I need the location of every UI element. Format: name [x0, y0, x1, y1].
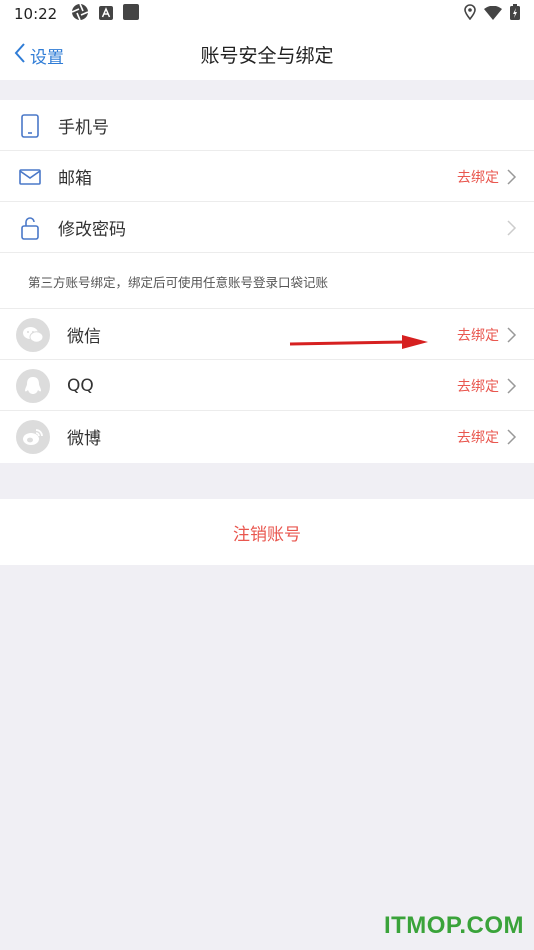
- account-row-email[interactable]: 邮箱 去绑定: [0, 151, 534, 202]
- wechat-icon: [16, 318, 50, 352]
- status-time: 10:22: [14, 5, 58, 23]
- qq-icon: [16, 369, 50, 403]
- chevron-left-icon: [14, 42, 26, 69]
- chevron-right-icon: [505, 169, 517, 185]
- keyboard-a-icon: [99, 5, 114, 24]
- page-title: 账号安全与绑定: [200, 44, 334, 67]
- cancel-account-button[interactable]: 注销账号: [0, 499, 534, 565]
- cancel-account-label: 注销账号: [233, 524, 301, 545]
- row-label-email: 邮箱: [58, 169, 92, 189]
- account-row-password[interactable]: 修改密码: [0, 202, 534, 253]
- bind-link-email[interactable]: 去绑定: [457, 167, 499, 187]
- aperture-icon: [71, 3, 89, 25]
- social-label-weibo: 微博: [67, 429, 101, 449]
- account-group: 手机号 邮箱 去绑定 修改密码: [0, 100, 534, 253]
- status-bar: 10:22: [0, 0, 534, 28]
- bind-link-weibo[interactable]: 去绑定: [457, 427, 499, 447]
- status-right-icons: [464, 4, 520, 24]
- mail-icon: [17, 164, 43, 190]
- status-left-icons: [71, 3, 140, 25]
- social-row-wechat[interactable]: 微信 去绑定: [0, 309, 534, 360]
- social-row-weibo[interactable]: 微博 去绑定: [0, 411, 534, 462]
- weibo-icon: [16, 420, 50, 454]
- chevron-right-icon: [505, 429, 517, 445]
- notification-square-icon: [123, 4, 140, 24]
- chevron-right-icon: [505, 378, 517, 394]
- location-icon: [464, 4, 476, 24]
- nav-bar: 设置 账号安全与绑定: [0, 28, 534, 80]
- social-label-qq: QQ: [67, 375, 94, 396]
- back-button[interactable]: 设置: [14, 42, 64, 68]
- wifi-icon: [484, 5, 502, 24]
- third-party-group: 第三方账号绑定，绑定后可使用任意账号登录口袋记账 微信 去绑定 QQ 去绑定 微…: [0, 253, 534, 463]
- social-label-wechat: 微信: [67, 327, 101, 347]
- battery-charging-icon: [510, 4, 520, 24]
- chevron-right-icon: [505, 327, 517, 343]
- phone-icon: [17, 113, 43, 139]
- chevron-right-icon: [505, 220, 517, 236]
- watermark: ITMOP.COM: [383, 912, 524, 939]
- third-party-description: 第三方账号绑定，绑定后可使用任意账号登录口袋记账: [28, 274, 329, 290]
- third-party-description-row: 第三方账号绑定，绑定后可使用任意账号登录口袋记账: [0, 253, 534, 309]
- annotation-arrow-icon: [289, 335, 428, 349]
- bind-link-wechat[interactable]: 去绑定: [457, 325, 499, 345]
- social-row-qq[interactable]: QQ 去绑定: [0, 360, 534, 411]
- bind-link-qq[interactable]: 去绑定: [457, 376, 499, 396]
- back-label: 设置: [30, 47, 64, 68]
- row-label-phone: 手机号: [58, 118, 109, 138]
- account-row-phone[interactable]: 手机号: [0, 100, 534, 151]
- row-label-password: 修改密码: [58, 220, 126, 240]
- lock-icon: [17, 215, 43, 241]
